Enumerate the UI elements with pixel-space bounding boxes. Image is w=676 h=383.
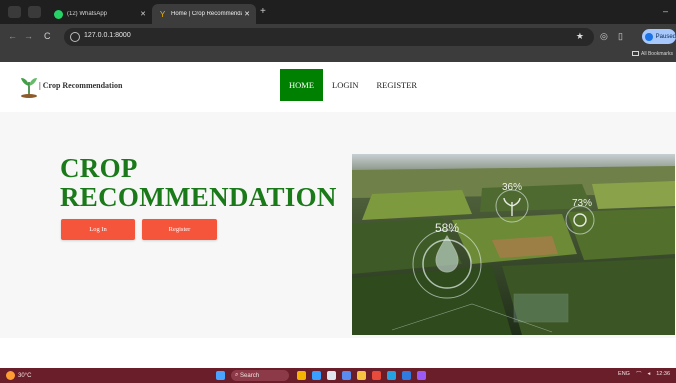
- forward-arrow-icon[interactable]: →: [24, 31, 33, 41]
- web-page: | Crop Recommendation HOME LOGIN REGISTE…: [0, 62, 676, 368]
- app-icon[interactable]: [372, 371, 381, 380]
- side-panel-icon[interactable]: ▯: [618, 31, 623, 42]
- site-header: | Crop Recommendation HOME LOGIN REGISTE…: [0, 62, 676, 112]
- avatar: [645, 32, 653, 41]
- bookmark-star-icon[interactable]: ★: [576, 31, 584, 42]
- taskbar-apps: ⌕ Search: [216, 370, 432, 381]
- windows-start-icon[interactable]: [216, 371, 225, 380]
- widgets-icon[interactable]: [297, 371, 306, 380]
- os-taskbar: 30°C ⌕ Search ENG ⌒ ◂ 12:36: [0, 368, 676, 383]
- clock[interactable]: 12:36: [656, 371, 670, 377]
- all-bookmarks-button[interactable]: All Bookmarks: [632, 51, 673, 57]
- close-icon[interactable]: ✕: [138, 10, 148, 18]
- minimize-icon[interactable]: –: [663, 6, 668, 16]
- browser-tab-strip: (12) WhatsApp ✕ Y Home | Crop Recommenda…: [0, 0, 676, 24]
- extensions-icon[interactable]: ◎: [600, 31, 608, 42]
- close-icon[interactable]: ✕: [242, 10, 252, 18]
- login-button[interactable]: Log In: [61, 219, 135, 240]
- url-text: 127.0.0.1:8000: [84, 32, 131, 39]
- tab-groups-icon[interactable]: [28, 6, 41, 18]
- tab-search-icon[interactable]: [8, 6, 21, 18]
- app-icon[interactable]: [387, 371, 396, 380]
- wifi-icon[interactable]: ⌒: [636, 370, 642, 378]
- chrome-icon[interactable]: [342, 371, 351, 380]
- sun-icon: [6, 371, 15, 380]
- whatsapp-icon: [54, 9, 63, 19]
- sunlight-percent: 73%: [572, 198, 592, 209]
- search-label: Search: [240, 372, 260, 379]
- nav-login[interactable]: LOGIN: [323, 69, 367, 101]
- bookmarks-bar: All Bookmarks: [0, 50, 676, 62]
- sprout-icon: Y: [159, 9, 166, 19]
- nav-home[interactable]: HOME: [280, 69, 324, 101]
- address-bar[interactable]: 127.0.0.1:8000 ★: [64, 28, 594, 46]
- main-nav: HOME LOGIN REGISTER: [280, 69, 426, 101]
- growth-percent: 36%: [502, 182, 522, 193]
- back-arrow-icon[interactable]: ←: [8, 31, 17, 41]
- browser-toolbar: ← → C 127.0.0.1:8000 ★ ◎ ▯ Paused: [0, 24, 676, 50]
- hero-title: CROP RECOMMENDATION: [60, 154, 337, 212]
- vscode-icon[interactable]: [402, 371, 411, 380]
- hero-title-line-2: RECOMMENDATION: [60, 182, 337, 212]
- store-icon[interactable]: [327, 371, 336, 380]
- tab-title: (12) WhatsApp: [67, 11, 108, 17]
- profile-button[interactable]: Paused: [642, 29, 676, 44]
- taskbar-search[interactable]: ⌕ Search: [231, 370, 289, 381]
- smart-farm-image: 58% 36% 73%: [352, 154, 675, 335]
- language-indicator[interactable]: ENG: [618, 371, 630, 377]
- sprout-logo-icon[interactable]: [20, 76, 38, 98]
- all-bookmarks-label: All Bookmarks: [641, 51, 673, 57]
- site-brand[interactable]: | Crop Recommendation: [39, 81, 122, 90]
- folder-icon: [632, 51, 639, 57]
- nav-register[interactable]: REGISTER: [367, 69, 426, 101]
- moisture-percent: 58%: [435, 221, 459, 235]
- system-tray: ENG ⌒ ◂ 12:36: [612, 370, 670, 378]
- reload-icon[interactable]: C: [44, 31, 51, 41]
- profile-label: Paused: [655, 33, 676, 40]
- weather-widget[interactable]: 30°C: [6, 371, 31, 380]
- tab-title: Home | Crop Recommendation: [171, 11, 242, 17]
- register-button[interactable]: Register: [142, 219, 217, 240]
- app-icon[interactable]: [417, 371, 426, 380]
- page-footer-area: [0, 338, 676, 368]
- site-info-icon[interactable]: [70, 32, 80, 42]
- file-explorer-icon[interactable]: [357, 371, 366, 380]
- tab-whatsapp[interactable]: (12) WhatsApp ✕: [48, 4, 152, 24]
- edge-icon[interactable]: [312, 371, 321, 380]
- tab-crop-recommendation[interactable]: Y Home | Crop Recommendation ✕: [152, 4, 256, 24]
- hero-title-line-1: CROP: [60, 153, 138, 183]
- new-tab-button[interactable]: +: [260, 6, 266, 17]
- volume-icon[interactable]: ◂: [647, 371, 650, 377]
- weather-temperature: 30°C: [18, 372, 32, 379]
